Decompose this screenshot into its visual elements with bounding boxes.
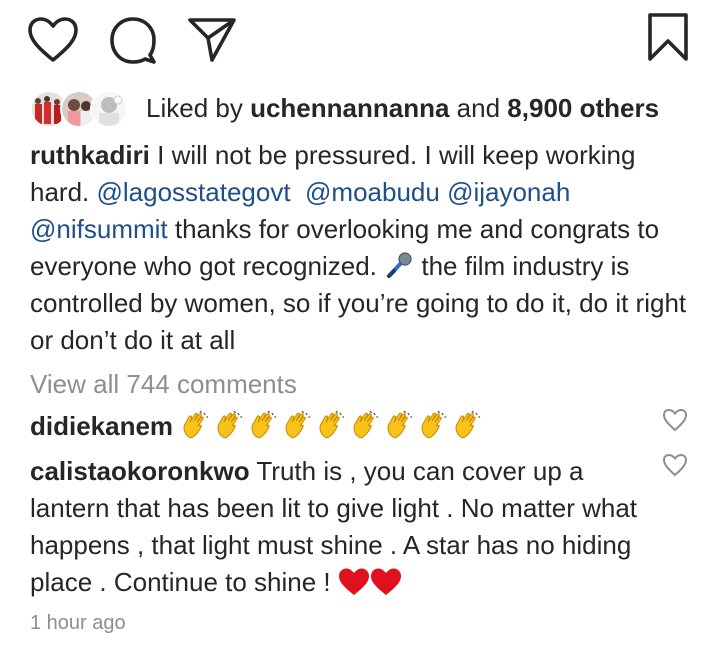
red-heart-emoji-row [338,567,402,597]
red-heart-emoji-icon [338,567,370,597]
clapping-hands-emoji-icon [452,410,483,440]
likes-summary[interactable]: Liked by uchennannanna and 8,900 others [146,93,659,124]
post-timestamp: 1 hour ago [30,612,126,634]
clapping-hands-emoji-icon [180,410,211,440]
clapping-hands-emoji-icon [316,410,347,440]
clapping-hands-emoji-icon [214,410,245,440]
comment-bubble-icon[interactable] [108,15,158,65]
clapping-hands-emoji-icon [384,410,415,440]
mention-link[interactable]: @nifsummit [30,214,168,244]
like-heart-icon[interactable] [27,16,79,64]
avatar [90,90,128,128]
comment-item: calistaokoronkwo Truth is , you can cove… [30,453,650,601]
mention-link[interactable]: @lagosstategovt [97,177,291,207]
comment-username[interactable]: didiekanem [30,411,173,441]
share-paper-plane-icon[interactable] [186,14,238,64]
comment-username[interactable]: calistaokoronkwo [30,456,250,486]
clapping-hands-emoji-icon [350,410,381,440]
microphone-emoji-icon [384,250,414,280]
clapping-hands-emoji-icon [282,410,313,440]
mention-link[interactable]: @moabudu [305,177,440,207]
likes-row[interactable]: Liked by uchennannanna and 8,900 others [30,86,659,130]
liker-username[interactable]: uchennannanna [250,93,449,123]
comment-item: didiekanem [30,408,650,445]
save-bookmark-icon[interactable] [646,12,690,62]
comment-like-heart-icon[interactable] [662,453,688,477]
clapping-hands-emoji-row [180,410,486,441]
post-caption: ruthkadiri I will not be pressured. I wi… [30,137,700,359]
likes-prefix: Liked by [146,92,243,123]
clapping-hands-emoji-icon [248,410,279,440]
comment-like-heart-icon[interactable] [662,408,688,432]
clapping-hands-emoji-icon [418,410,449,440]
caption-username[interactable]: ruthkadiri [30,140,150,170]
red-heart-emoji-icon [370,567,402,597]
likes-joiner: and [456,92,501,123]
view-all-comments-link[interactable]: View all 744 comments [30,369,297,400]
liker-avatars[interactable] [30,90,130,128]
likes-count[interactable]: 8,900 others [507,93,659,123]
mention-link[interactable]: @ijayonah [447,177,570,207]
